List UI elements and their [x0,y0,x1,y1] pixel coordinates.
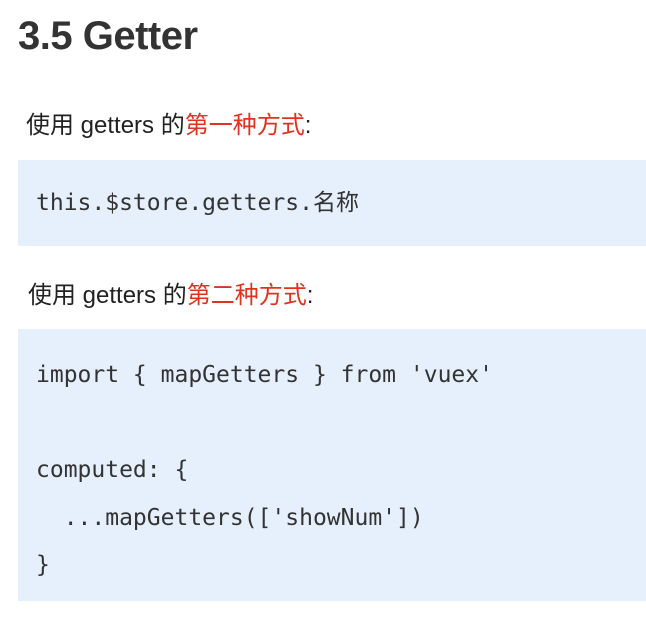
code-block-first: this.$store.getters.名称 [18,160,646,246]
code-block-second: import { mapGetters } from 'vuex' compute… [18,329,646,601]
code-line: } [36,552,50,578]
intro-colon: : [304,112,312,139]
intro-highlight: 第二种方式 [186,282,307,309]
code-line: computed: { [36,457,189,483]
intro-highlight: 第一种方式 [184,112,305,139]
intro-paragraph-first: 使用 getters 的第一种方式: [26,109,311,143]
code-line: this.$store.getters.名称 [36,190,359,216]
intro-text: 使用 getters 的 [26,112,185,139]
code-line: import { mapGetters } from 'vuex' [36,362,493,388]
intro-colon: : [306,282,314,309]
code-line: ...mapGetters(['showNum']) [36,504,424,531]
intro-paragraph-second: 使用 getters 的第二种方式: [28,279,313,313]
page-title: 3.5 Getter [18,14,198,58]
document-page: 3.5 Getter 使用 getters 的第一种方式: this.$stor… [0,0,646,619]
intro-text: 使用 getters 的 [28,282,187,309]
